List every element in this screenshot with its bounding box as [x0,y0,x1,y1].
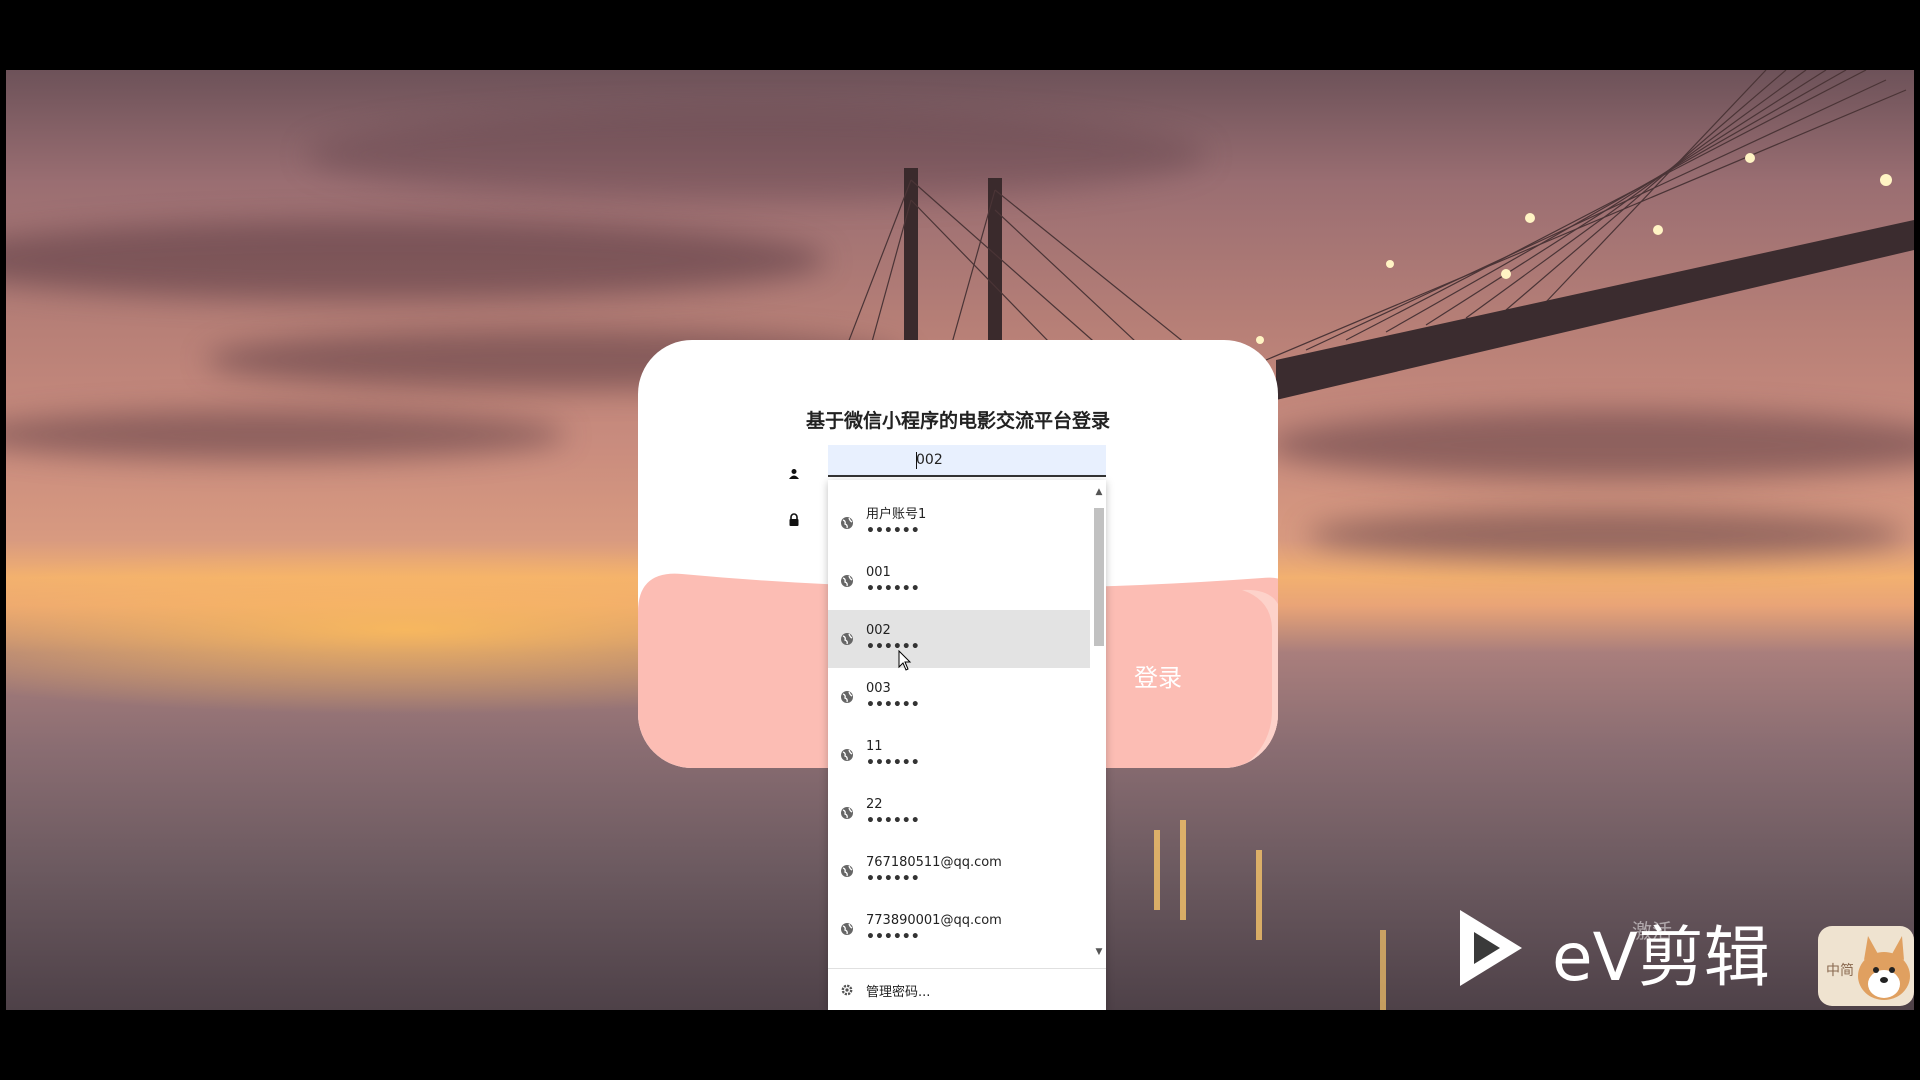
autocomplete-password-mask: •••••• [866,697,920,713]
autocomplete-password-mask: •••••• [866,523,920,539]
globe-icon [841,691,853,703]
autocomplete-username: 11 [866,739,883,754]
autocomplete-item[interactable]: 002 •••••• [828,610,1090,668]
autocomplete-item-text: 001 •••••• [866,565,920,597]
ev-brand-text: eV剪辑 [1552,919,1770,996]
autocomplete-item-text: 773890001@qq.com •••••• [866,913,1002,945]
globe-icon [841,575,853,587]
username-input[interactable] [828,445,1106,477]
autocomplete-item[interactable]: 用户账号1 •••••• [828,494,1090,552]
autocomplete-item[interactable]: 767180511@qq.com •••••• [828,842,1090,900]
autocomplete-password-mask: •••••• [866,755,920,771]
autocomplete-item-text: 11 •••••• [866,739,920,771]
autocomplete-username: 22 [866,797,883,812]
mouse-cursor-icon [898,650,912,671]
autocomplete-item-text: 22 •••••• [866,797,920,829]
scrollbar-thumb[interactable] [1094,508,1104,646]
manage-passwords-label: 管理密码... [866,984,931,1000]
user-icon [784,464,804,484]
manage-passwords-item[interactable]: 管理密码... [828,970,1106,1010]
lock-icon [784,510,804,530]
autocomplete-username: 773890001@qq.com [866,913,1002,928]
page-title: 基于微信小程序的电影交流平台登录 [805,410,1110,432]
autocomplete-username: 001 [866,565,891,580]
autocomplete-item[interactable]: 11 •••••• [828,726,1090,784]
text-caret [916,452,917,469]
globe-icon [841,807,853,819]
autocomplete-item-text: 用户账号1 •••••• [866,507,926,539]
globe-icon [841,923,853,935]
autocomplete-username: 003 [866,681,891,696]
autocomplete-item[interactable]: 001 •••••• [828,552,1090,610]
autocomplete-password-mask: •••••• [866,929,920,945]
globe-icon [841,865,853,877]
globe-icon [841,633,853,645]
autocomplete-item-text: 767180511@qq.com •••••• [866,855,1002,887]
autocomplete-item[interactable]: 22 •••••• [828,784,1090,842]
autocomplete-item[interactable]: 003 •••••• [828,668,1090,726]
dropdown-divider [828,968,1106,969]
autocomplete-item-text: 003 •••••• [866,681,920,713]
badge-label: 中简 [1826,963,1854,979]
autocomplete-password-mask: •••••• [866,813,920,829]
ev-play-logo-icon [1460,910,1522,986]
globe-icon [841,517,853,529]
scroll-down-icon[interactable]: ▼ [1094,946,1104,958]
autocomplete-username: 002 [866,623,891,638]
autocomplete-password-mask: •••••• [866,871,920,887]
avatar: 中简 [1818,926,1914,1006]
autocomplete-username: 用户账号1 [866,507,927,522]
dropdown-scrollbar[interactable]: ▲ ▼ [1092,486,1106,958]
autocomplete-password-mask: •••••• [866,581,920,597]
scroll-up-icon[interactable]: ▲ [1094,486,1104,498]
autocomplete-item[interactable]: 773890001@qq.com •••••• [828,900,1090,958]
gear-icon [841,984,853,996]
login-button[interactable]: 登录 [1103,658,1213,698]
autocomplete-username: 767180511@qq.com [866,855,1002,870]
autocomplete-dropdown[interactable]: 用户账号1 •••••• 001 •••••• 002 •••••• 003 •••••• 11… [828,480,1106,1010]
globe-icon [841,749,853,761]
